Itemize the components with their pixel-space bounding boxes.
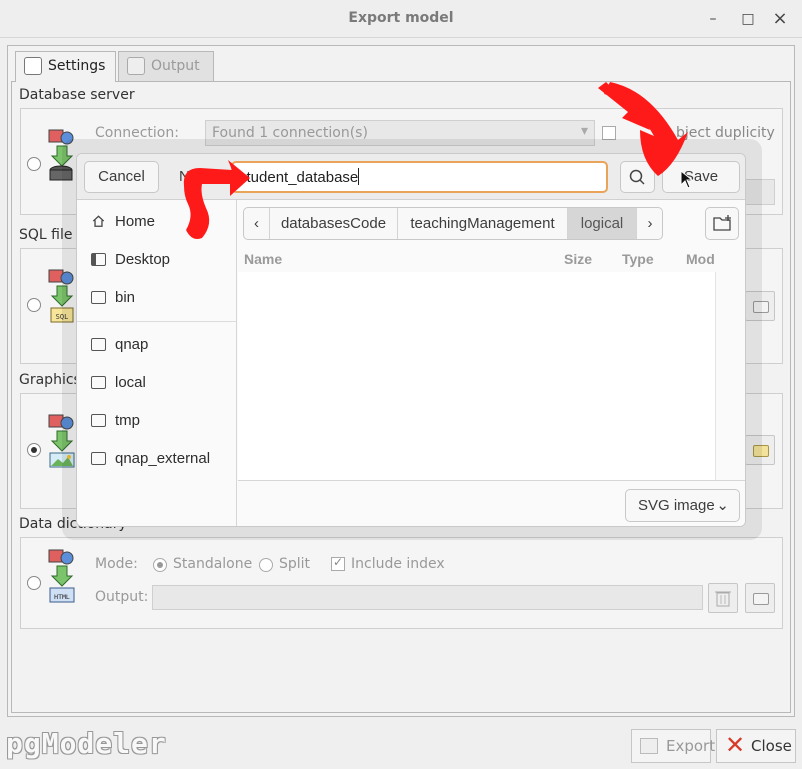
place-bin-label: bin — [115, 289, 136, 306]
mode-label: Mode: — [95, 556, 138, 572]
export-icon — [640, 738, 658, 754]
graphics-radio[interactable] — [27, 443, 41, 457]
place-desktop[interactable]: Desktop — [77, 242, 237, 278]
places-separator — [77, 321, 237, 322]
clear-output-button[interactable] — [708, 583, 738, 613]
standalone-label: Standalone — [173, 556, 253, 572]
folder-icon — [91, 338, 106, 351]
include-index-label: Include index — [351, 556, 445, 572]
check-icon: ✓ — [333, 555, 344, 569]
trash-icon — [715, 591, 731, 607]
file-name-input[interactable]: student_database — [231, 161, 608, 193]
place-qnap-external-label: qnap_external — [115, 450, 211, 467]
svg-text:HTML: HTML — [54, 593, 70, 601]
standalone-radio[interactable] — [153, 558, 167, 572]
app-logo: pgModeler — [6, 727, 167, 760]
folder-icon — [91, 452, 106, 465]
place-qnap-label: qnap — [115, 336, 149, 353]
data-dictionary-group — [20, 537, 783, 629]
folder-open-icon — [753, 593, 769, 605]
place-home[interactable]: Home — [77, 204, 237, 240]
search-icon — [629, 169, 645, 185]
file-list[interactable] — [238, 272, 716, 480]
split-label: Split — [279, 556, 311, 572]
column-name[interactable]: Name — [244, 251, 282, 267]
new-folder-icon — [713, 215, 731, 231]
place-tmp-label: tmp — [115, 412, 141, 429]
text-caret — [358, 168, 360, 185]
save-button[interactable]: Save — [662, 161, 740, 193]
tab-output[interactable]: Output — [118, 51, 214, 81]
sliders-icon — [24, 57, 42, 75]
chevron-right-icon: › — [647, 215, 653, 232]
output-label: Output: — [95, 589, 149, 605]
chevron-down-icon: ⌄ — [716, 497, 729, 514]
folder-icon — [91, 414, 106, 427]
column-modified[interactable]: Mod — [686, 251, 715, 267]
dictionary-output-field[interactable] — [152, 585, 703, 610]
close-window-button[interactable]: × — [770, 9, 790, 29]
home-icon — [92, 215, 105, 227]
folder-icon — [91, 291, 106, 304]
maximize-button[interactable]: □ — [738, 9, 758, 29]
ignore-duplicity-checkbox[interactable] — [602, 126, 616, 140]
export-label: Export — [666, 737, 716, 755]
place-desktop-label: Desktop — [115, 251, 171, 268]
minimize-button[interactable]: – — [703, 9, 723, 29]
places-sidebar: Home Desktop bin qnap local tmp qnap_ext… — [77, 200, 237, 526]
close-label: Close — [751, 737, 792, 755]
new-folder-button[interactable] — [705, 207, 739, 240]
name-label: Name — [179, 168, 220, 185]
tab-settings-label: Settings — [48, 58, 106, 74]
file-list-scrollbar[interactable] — [715, 272, 716, 480]
html-export-icon: HTML — [48, 549, 75, 603]
path-forward-button[interactable]: › — [637, 208, 662, 239]
database-server-radio[interactable] — [27, 157, 41, 171]
chevron-left-icon: ‹ — [254, 215, 259, 232]
place-tmp[interactable]: tmp — [77, 403, 237, 439]
path-crumb-logical[interactable]: logical — [568, 208, 637, 239]
file-type-value: SVG image — [638, 497, 715, 514]
path-bar: ‹ databasesCode teachingManagement logic… — [243, 207, 663, 240]
place-qnap[interactable]: qnap — [77, 327, 237, 363]
output-icon — [127, 57, 145, 75]
data-dictionary-radio[interactable] — [27, 576, 41, 590]
chevron-down-icon: ▾ — [580, 123, 588, 139]
cancel-button[interactable]: Cancel — [84, 161, 159, 193]
place-qnap-external[interactable]: qnap_external — [77, 441, 237, 477]
path-crumb-databasesCode[interactable]: databasesCode — [270, 208, 398, 239]
title-bar: Export model – □ × — [0, 0, 802, 38]
dialog-footer: SVG image ⌄ — [238, 480, 745, 526]
dictionary-browse-button[interactable] — [745, 583, 775, 613]
place-bin[interactable]: bin — [77, 280, 237, 316]
column-type[interactable]: Type — [622, 251, 654, 267]
place-local-label: local — [115, 374, 146, 391]
path-back-button[interactable]: ‹ — [244, 208, 270, 239]
tab-settings[interactable]: Settings — [15, 51, 116, 82]
folder-icon — [91, 376, 106, 389]
column-size[interactable]: Size — [564, 251, 592, 267]
save-file-dialog: Cancel Name student_database Save Home D… — [76, 153, 746, 527]
close-button[interactable]: ✕ Close — [716, 729, 796, 763]
dialog-header: Cancel Name student_database Save — [77, 154, 745, 200]
path-crumb-teachingManagement[interactable]: teachingManagement — [398, 208, 568, 239]
close-x-icon: ✕ — [725, 731, 746, 759]
export-button[interactable]: Export — [631, 729, 715, 763]
window-title: Export model — [348, 10, 454, 26]
place-home-label: Home — [115, 213, 156, 230]
place-local[interactable]: local — [77, 365, 237, 401]
desktop-icon — [91, 253, 106, 266]
section-database-server-label: Database server — [19, 87, 135, 103]
search-button[interactable] — [620, 161, 655, 193]
tab-output-label: Output — [151, 58, 200, 74]
file-type-filter[interactable]: SVG image ⌄ — [625, 489, 740, 522]
include-index-checkbox[interactable]: ✓ — [331, 555, 345, 571]
split-radio[interactable] — [259, 558, 273, 572]
sql-file-radio[interactable] — [27, 298, 41, 312]
file-name-value: student_database — [239, 169, 359, 186]
